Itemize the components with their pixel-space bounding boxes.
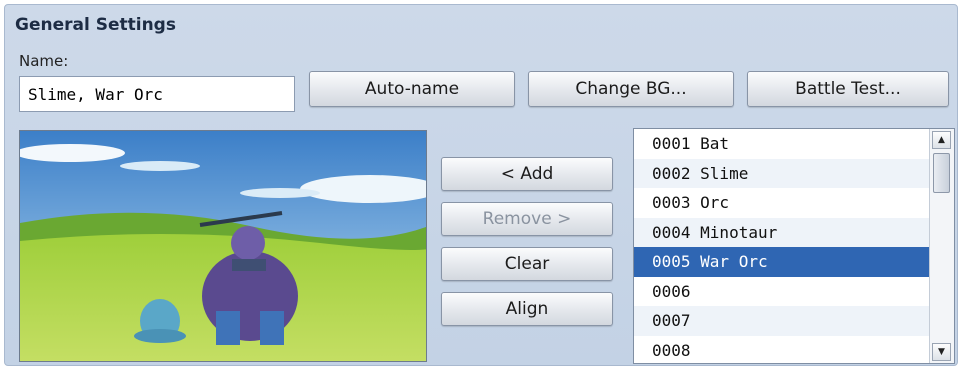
triangle-up-icon[interactable]: ▲ (932, 131, 951, 149)
add-button[interactable]: < Add (441, 157, 613, 191)
list-item[interactable]: 0007 (634, 306, 930, 336)
remove-button[interactable]: Remove > (441, 202, 613, 236)
list-item[interactable]: 0004 Minotaur (634, 217, 930, 247)
section-title: General Settings (15, 15, 176, 35)
vertical-scrollbar[interactable]: ▲ ▼ (929, 129, 954, 363)
general-settings-panel: General Settings Name: Auto-name Change … (4, 4, 958, 366)
list-item[interactable]: 0008 (634, 336, 930, 364)
align-button[interactable]: Align (441, 292, 613, 326)
enemy-listbox[interactable]: 0001 Bat 0002 Slime 0003 Orc 0004 Minota… (633, 128, 955, 364)
list-item-selected[interactable]: 0005 War Orc (634, 247, 930, 277)
scrollbar-thumb[interactable] (933, 153, 950, 193)
triangle-down-icon[interactable]: ▼ (932, 343, 951, 361)
troop-preview-image[interactable] (19, 130, 427, 362)
list-item[interactable]: 0001 Bat (634, 129, 930, 159)
change-bg-button[interactable]: Change BG... (528, 71, 734, 107)
battle-test-button[interactable]: Battle Test... (747, 71, 949, 107)
auto-name-button[interactable]: Auto-name (309, 71, 515, 107)
list-item[interactable]: 0006 (634, 277, 930, 307)
name-label: Name: (19, 52, 69, 70)
clear-button[interactable]: Clear (441, 247, 613, 281)
name-input[interactable] (19, 76, 295, 112)
battle-background (20, 131, 426, 361)
list-item[interactable]: 0002 Slime (634, 158, 930, 188)
enemy-list: 0001 Bat 0002 Slime 0003 Orc 0004 Minota… (634, 129, 930, 364)
list-item[interactable]: 0003 Orc (634, 188, 930, 218)
